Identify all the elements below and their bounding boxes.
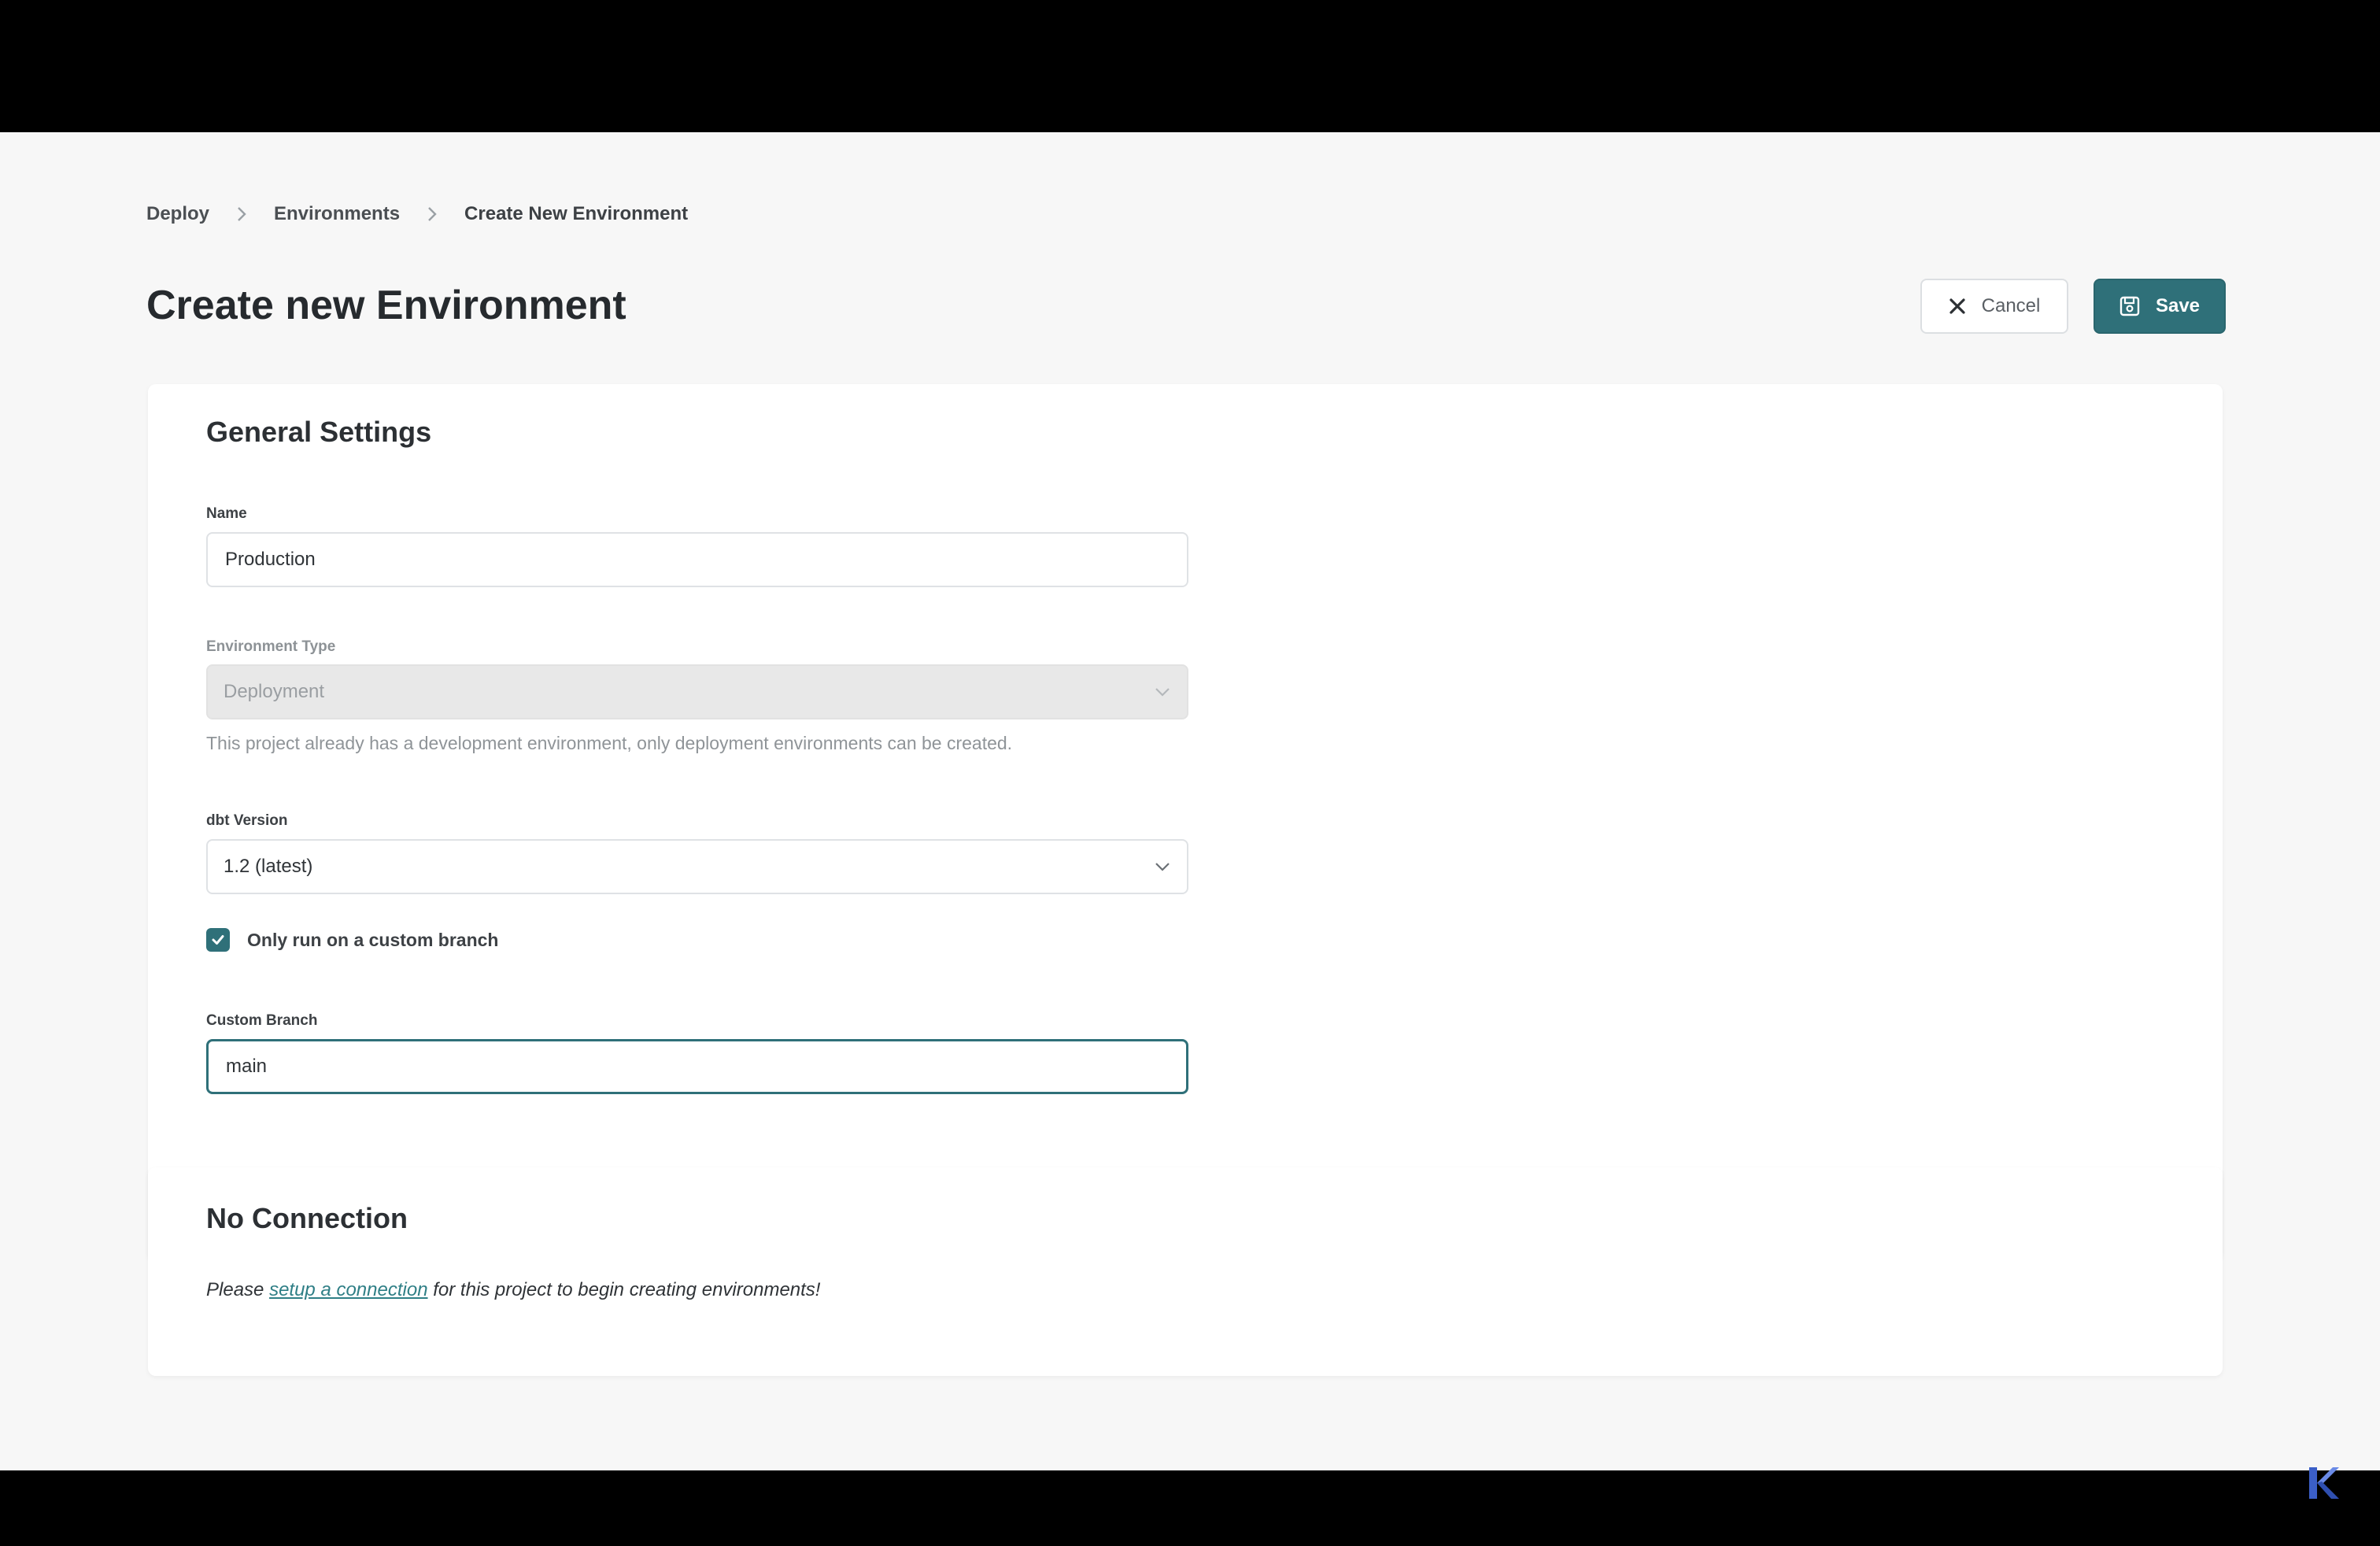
cancel-button[interactable]: Cancel [1920, 279, 2068, 334]
environment-type-value: Deployment [224, 681, 325, 702]
save-button[interactable]: Save [2094, 279, 2226, 334]
chevron-right-icon [236, 205, 247, 223]
custom-branch-checkbox[interactable] [206, 928, 230, 952]
checkmark-icon [212, 935, 224, 945]
no-connection-message: Please setup a connection for this proje… [206, 1279, 820, 1301]
custom-branch-label: Custom Branch [206, 1012, 318, 1029]
general-settings-title: General Settings [206, 416, 432, 448]
custom-branch-checkbox-row: Only run on a custom branch [206, 928, 498, 952]
custom-branch-checkbox-label: Only run on a custom branch [247, 929, 499, 950]
dbt-version-select[interactable]: 1.2 (latest) [206, 839, 1188, 894]
dbt-version-value: 1.2 (latest) [224, 856, 313, 877]
setup-connection-link[interactable]: setup a connection [269, 1279, 427, 1300]
no-connection-title: No Connection [206, 1202, 408, 1234]
environment-type-help: This project already has a development e… [206, 733, 1013, 753]
name-input[interactable] [206, 532, 1188, 587]
floppy-disk-icon [2119, 296, 2140, 316]
chevron-right-icon [427, 205, 438, 223]
page-title: Create new Environment [146, 283, 626, 328]
k-logo-icon [2304, 1464, 2339, 1502]
breadcrumb-environments[interactable]: Environments [274, 203, 400, 225]
breadcrumb: Deploy Environments Create New Environme… [146, 203, 688, 225]
chevron-down-icon [1154, 686, 1171, 697]
video-letterbox-bottom [0, 1470, 2380, 1546]
breadcrumb-create-new-environment: Create New Environment [464, 203, 689, 224]
environment-type-label: Environment Type [206, 638, 336, 655]
custom-branch-input[interactable] [206, 1039, 1188, 1094]
save-button-label: Save [2155, 295, 2201, 316]
environment-type-select: Deployment [206, 664, 1188, 719]
app-window: Deploy Environments Create New Environme… [0, 132, 2380, 1470]
dbt-version-label: dbt Version [206, 812, 288, 829]
chevron-down-icon [1154, 861, 1171, 872]
name-label: Name [206, 505, 247, 522]
no-connection-card: No Connection Please setup a connection … [148, 1167, 2223, 1376]
cancel-button-label: Cancel [1981, 295, 2041, 316]
general-settings-card: General Settings Name Environment Type D… [148, 384, 2223, 1260]
close-icon [1949, 298, 1966, 315]
video-letterbox-top [0, 0, 2380, 132]
no-connection-message-prefix: Please [206, 1279, 264, 1300]
no-connection-message-suffix: for this project to begin creating envir… [433, 1279, 821, 1300]
breadcrumb-deploy[interactable]: Deploy [146, 203, 209, 225]
